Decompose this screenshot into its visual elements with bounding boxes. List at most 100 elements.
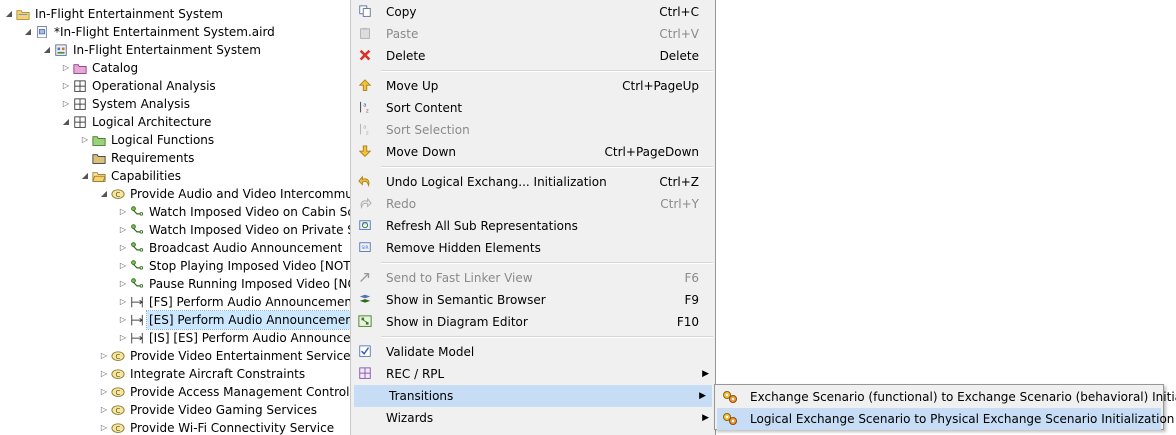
menu-item-undo-logical-exchang-initialization[interactable]: Undo Logical Exchang... Initialization Ct…	[351, 171, 715, 193]
menu-item-shortcut: F6	[684, 271, 699, 285]
menu-item-validate-model[interactable]: Validate Model	[351, 341, 715, 363]
collapsed-triangle-icon[interactable]: ▷	[118, 311, 128, 329]
tree-item[interactable]: ▷ C Provide Access Management Control	[0, 383, 352, 401]
redo-icon	[358, 197, 372, 211]
expanded-triangle-icon[interactable]: ◢	[42, 41, 52, 59]
menu-item-label: Sort Content	[386, 101, 463, 115]
tree-item-label: Provide Wi-Fi Connectivity Service	[130, 421, 335, 435]
collapsed-triangle-icon[interactable]: ▷	[80, 131, 90, 149]
menu-item-shortcut: Ctrl+Y	[660, 197, 699, 211]
tree-item[interactable]: ▷ Logical Functions	[0, 131, 352, 149]
expanded-triangle-icon[interactable]: ◢	[80, 167, 90, 185]
collapsed-triangle-icon[interactable]: ▷	[118, 329, 128, 347]
collapsed-triangle-icon[interactable]: ▷	[118, 275, 128, 293]
menu-item-shortcut: F9	[684, 293, 699, 307]
menu-item-remove-hidden-elements[interactable]: SIR Remove Hidden Elements	[351, 237, 715, 259]
menu-item-send-to-fast-linker-view[interactable]: Send to Fast Linker View F6	[351, 267, 715, 289]
tree-item-label: Provide Audio and Video Intercommur	[130, 187, 352, 201]
collapsed-triangle-icon[interactable]: ▷	[99, 347, 109, 365]
expanded-triangle-icon[interactable]: ◢	[23, 23, 33, 41]
tree-item[interactable]: ▷ Stop Playing Imposed Video [NOT I	[0, 257, 352, 275]
submenu-item-logical-to-physical[interactable]: Logical Exchange Scenario to Physical Ex…	[717, 408, 1174, 430]
tree-item-label: Stop Playing Imposed Video [NOT I	[149, 259, 352, 273]
collapsed-triangle-icon[interactable]: ▷	[99, 365, 109, 383]
menu-item-delete[interactable]: Delete Delete	[351, 45, 715, 67]
tree-item[interactable]: ▷ [IS] [ES] Perform Audio Announcen	[0, 329, 352, 347]
expanded-triangle-icon[interactable]: ◢	[99, 185, 109, 203]
menu-item-move-down[interactable]: Move Down Ctrl+PageDown	[351, 141, 715, 163]
menu-item-paste[interactable]: Paste Ctrl+V	[351, 23, 715, 45]
expanded-triangle-icon[interactable]: ◢	[61, 113, 71, 131]
menu-item-move-up[interactable]: Move Up Ctrl+PageUp	[351, 75, 715, 97]
menu-item-refresh-all-sub-representations[interactable]: SIR Refresh All Sub Representations	[351, 215, 715, 237]
menu-item-sort-selection[interactable]: a z Sort Selection	[351, 119, 715, 141]
svg-text:a: a	[363, 102, 366, 108]
tree-item[interactable]: ▷ Broadcast Audio Announcement	[0, 239, 352, 257]
aird-file-icon	[35, 25, 49, 39]
collapsed-triangle-icon[interactable]: ▷	[61, 95, 71, 113]
tree-item[interactable]: ◢ C Provide Audio and Video Intercommur	[0, 185, 352, 203]
transitions-submenu: Exchange Scenario (functional) to Exchan…	[714, 384, 1176, 430]
svg-text:C: C	[116, 407, 121, 415]
tree-item[interactable]: ◢ *In-Flight Entertainment System.aird	[0, 23, 352, 41]
collapsed-triangle-icon[interactable]: ▷	[61, 77, 71, 95]
expanded-triangle-icon[interactable]: ◢	[4, 5, 14, 23]
tree-item[interactable]: ◢ Capabilities	[0, 167, 352, 185]
capability-icon: C	[111, 403, 125, 417]
tree-item[interactable]: Requirements	[0, 149, 352, 167]
capability-icon: C	[111, 421, 125, 435]
tree-item-label: [IS] [ES] Perform Audio Announcen	[149, 331, 352, 345]
collapsed-triangle-icon[interactable]: ▷	[118, 293, 128, 311]
collapsed-triangle-icon[interactable]: ▷	[118, 239, 128, 257]
tree-item[interactable]: ▷ Watch Imposed Video on Private Sc	[0, 221, 352, 239]
tree-item[interactable]: ▷ C Provide Wi-Fi Connectivity Service	[0, 419, 352, 435]
collapsed-triangle-icon[interactable]: ▷	[61, 59, 71, 77]
tree-item-label: Provide Access Management Control	[130, 385, 350, 399]
menu-item-shortcut: Delete	[659, 49, 699, 63]
menu-item-redo[interactable]: Redo Ctrl+Y	[351, 193, 715, 215]
submenu-item-functional-to-behavioral[interactable]: Exchange Scenario (functional) to Exchan…	[717, 386, 1176, 408]
grid-icon	[73, 115, 87, 129]
tree-item[interactable]: ▷ Pause Running Imposed Video [NO	[0, 275, 352, 293]
menu-item-label: Sort Selection	[386, 123, 470, 137]
collapsed-triangle-icon[interactable]: ▷	[118, 221, 128, 239]
tree-item[interactable]: ▷ Catalog	[0, 59, 352, 77]
tree-item[interactable]: ▷ C Provide Video Entertainment Services	[0, 347, 352, 365]
tree-item-label: Operational Analysis	[92, 79, 216, 93]
tree-item[interactable]: ◢ In-Flight Entertainment System	[0, 5, 352, 23]
tree-item[interactable]: ▷ Watch Imposed Video on Cabin Scr	[0, 203, 352, 221]
collapsed-triangle-icon[interactable]: ▷	[99, 383, 109, 401]
collapsed-triangle-icon[interactable]: ▷	[99, 419, 109, 435]
tree-item-label: *In-Flight Entertainment System.aird	[54, 25, 275, 39]
folder-dark-icon	[92, 151, 106, 165]
tree-item[interactable]: ▷ System Analysis	[0, 95, 352, 113]
collapsed-triangle-icon[interactable]: ▷	[99, 401, 109, 419]
menu-item-show-in-diagram-editor[interactable]: Show in Diagram Editor F10	[351, 311, 715, 333]
tree-item[interactable]: ▷ [ES] Perform Audio Announcement	[0, 310, 352, 330]
submenu-item-label: Exchange Scenario (functional) to Exchan…	[750, 390, 1176, 404]
menu-item-wizards[interactable]: Wizards ▶	[351, 407, 715, 429]
folder-open-icon	[92, 169, 106, 183]
tree-item[interactable]: ▷ C Integrate Aircraft Constraints	[0, 365, 352, 383]
tree-item[interactable]: ▷ C Provide Video Gaming Services	[0, 401, 352, 419]
menu-item-copy[interactable]: Copy Ctrl+C	[351, 1, 715, 23]
submenu-arrow-icon: ▶	[702, 369, 709, 379]
tree-item[interactable]: ◢ In-Flight Entertainment System	[0, 41, 352, 59]
tree-item[interactable]: ◢ Logical Architecture	[0, 113, 352, 131]
model-explorer-tree[interactable]: ◢ In-Flight Entertainment System ◢ *In-Flig…	[0, 0, 352, 435]
tree-item[interactable]: ▷ [FS] Perform Audio Announcement	[0, 293, 352, 311]
tree-item-label: Integrate Aircraft Constraints	[130, 367, 306, 381]
refresh-representations-icon: SIR	[358, 219, 372, 233]
scenario-icon	[130, 241, 144, 255]
menu-item-shortcut: Ctrl+V	[659, 27, 699, 41]
collapsed-triangle-icon[interactable]: ▷	[118, 257, 128, 275]
menu-item-show-in-semantic-browser[interactable]: Show in Semantic Browser F9	[351, 289, 715, 311]
collapsed-triangle-icon[interactable]: ▷	[118, 203, 128, 221]
menu-item-transitions[interactable]: Transitions ▶	[354, 385, 712, 407]
tree-item[interactable]: ▷ Operational Analysis	[0, 77, 352, 95]
svg-text:C: C	[116, 353, 121, 361]
menu-item-sort-content[interactable]: a z Sort Content	[351, 97, 715, 119]
menu-item-rec-rpl[interactable]: REC / RPL ▶	[351, 363, 715, 385]
delete-icon	[358, 49, 372, 63]
exchange-scenario-icon	[130, 313, 144, 327]
